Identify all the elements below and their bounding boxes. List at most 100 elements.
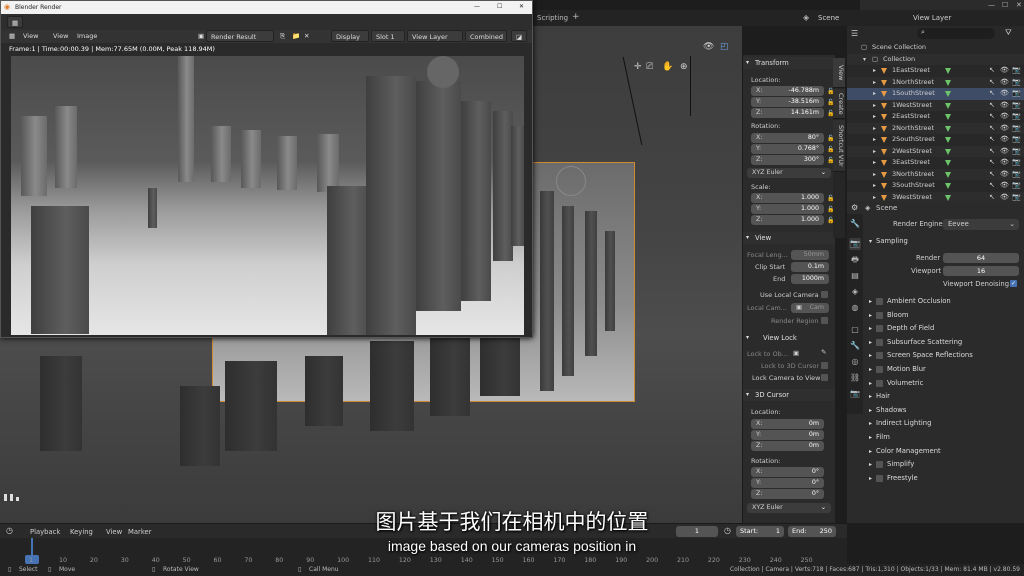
tab-view[interactable]: View xyxy=(833,58,845,88)
select-arrow-icon[interactable]: ↖ xyxy=(989,146,995,158)
select-arrow-icon[interactable]: ↖ xyxy=(989,134,995,146)
properties-section-simplify[interactable]: ▸ Simplify xyxy=(863,458,1024,471)
zoom-icon[interactable]: ⊕ xyxy=(680,62,688,72)
render-samples-field[interactable]: 64 xyxy=(943,253,1019,263)
render-camera-icon[interactable]: 📷 xyxy=(1012,88,1021,100)
section-enable-checkbox[interactable] xyxy=(876,298,883,305)
section-enable-checkbox[interactable] xyxy=(876,338,883,346)
properties-section-subsurface-scattering[interactable]: ▸ Subsurface Scattering xyxy=(863,336,1024,349)
collection-row[interactable]: ▾ ▢ Collection xyxy=(847,53,1024,65)
eye-icon[interactable]: 👁 xyxy=(1000,134,1009,146)
menu-view[interactable]: View xyxy=(19,30,42,42)
properties-section-ambient-occlusion[interactable]: ▸ Ambient Occlusion xyxy=(863,295,1024,308)
world-tab-icon[interactable]: ◍ xyxy=(849,302,861,314)
render-camera-icon[interactable]: 📷 xyxy=(1012,169,1021,181)
close-image-icon[interactable]: ✕ xyxy=(300,30,313,42)
render-camera-icon[interactable]: 📷 xyxy=(1012,123,1021,135)
pass-dropdown[interactable]: Combined xyxy=(465,30,507,42)
scene-collection-row[interactable]: ▢ Scene Collection xyxy=(847,42,1024,54)
object-picker-icon[interactable]: ▣ xyxy=(793,349,799,357)
eye-icon[interactable]: 👁 xyxy=(1000,146,1009,158)
render-region-checkbox[interactable] xyxy=(821,317,828,324)
cursor-rot-z-field[interactable]: Z: 0° xyxy=(751,489,824,499)
close-icon[interactable]: ✕ xyxy=(519,3,524,10)
eyedropper-icon[interactable]: ✎ xyxy=(821,348,826,356)
properties-section-indirect-lighting[interactable]: ▸ Indirect Lighting xyxy=(863,417,1024,430)
gizmo-icon[interactable]: ◰ xyxy=(720,42,729,52)
section-enable-checkbox[interactable] xyxy=(876,311,883,319)
outliner-item[interactable]: ▸ 2EastStreet ↖ 👁 📷 xyxy=(847,111,1024,123)
section-enable-checkbox[interactable] xyxy=(876,379,883,387)
view-layer-dropdown[interactable]: View Layer xyxy=(407,30,463,42)
render-camera-icon[interactable]: 📷 xyxy=(1012,134,1021,146)
section-enable-checkbox[interactable] xyxy=(876,474,883,482)
location-x-field[interactable]: X: -46.788m xyxy=(751,86,824,96)
properties-section-screen-space-reflections[interactable]: ▸ Screen Space Reflections xyxy=(863,349,1024,362)
render-result-field[interactable]: Render Result xyxy=(206,30,274,42)
cursor-rot-y-field[interactable]: Y: 0° xyxy=(751,478,824,488)
rotation-z-field[interactable]: Z: 300° xyxy=(751,155,824,165)
render-camera-icon[interactable]: 📷 xyxy=(1012,65,1021,77)
editor-type-icon[interactable]: ▦ xyxy=(7,16,23,28)
view-layer-tab-icon[interactable]: ▤ xyxy=(849,270,861,282)
display-mode-icon[interactable]: ☰ xyxy=(851,29,858,38)
scale-y-field[interactable]: Y: 1.000 xyxy=(751,204,824,214)
select-arrow-icon[interactable]: ↖ xyxy=(989,111,995,123)
select-arrow-icon[interactable]: ↖ xyxy=(989,123,995,135)
slot-dropdown[interactable]: Slot 1 xyxy=(371,30,405,42)
eye-icon[interactable]: 👁 xyxy=(1000,169,1009,181)
properties-section-hair[interactable]: ▸ Hair xyxy=(863,390,1024,403)
view-lock-header[interactable]: View Lock xyxy=(743,332,835,344)
lock-camera-to-view-checkbox[interactable] xyxy=(821,374,828,381)
select-arrow-icon[interactable]: ↖ xyxy=(989,169,995,181)
section-enable-checkbox[interactable] xyxy=(876,325,883,333)
focal-length-field[interactable]: 50mm xyxy=(791,250,829,260)
menu-view[interactable]: View xyxy=(49,30,72,42)
outliner-item[interactable]: ▸ 2SouthStreet ↖ 👁 📷 xyxy=(847,134,1024,146)
rotation-y-field[interactable]: Y: 0.768° xyxy=(751,144,824,154)
lock-3d-cursor-checkbox[interactable] xyxy=(821,362,828,369)
camera-view-icon[interactable]: ⎚ xyxy=(646,62,653,72)
location-y-field[interactable]: Y: -38.516m xyxy=(751,97,824,107)
render-camera-icon[interactable]: 📷 xyxy=(1012,111,1021,123)
modifier-tab-icon[interactable]: 🔧 xyxy=(849,340,861,352)
tab-shortcut-vur[interactable]: Shortcut VUr xyxy=(833,120,845,172)
render-tab-icon[interactable]: 📷 xyxy=(849,238,861,250)
filter-icon[interactable]: ⛛ xyxy=(1005,28,1012,38)
clip-end-field[interactable]: 1000m xyxy=(791,274,829,284)
select-arrow-icon[interactable]: ↖ xyxy=(989,65,995,77)
local-camera-field[interactable]: ▣ Cam xyxy=(791,303,829,313)
maximize-icon[interactable]: ☐ xyxy=(1002,1,1008,9)
menu-image[interactable]: Image xyxy=(73,30,101,42)
properties-section-motion-blur[interactable]: ▸ Motion Blur xyxy=(863,363,1024,376)
section-enable-checkbox[interactable] xyxy=(876,461,883,469)
render-camera-icon[interactable]: 📷 xyxy=(1012,77,1021,89)
scene-tab-icon[interactable]: ◈ xyxy=(849,286,861,298)
properties-section-color-management[interactable]: ▸ Color Management xyxy=(863,445,1024,458)
select-arrow-icon[interactable]: ↖ xyxy=(989,180,995,192)
channels-icon[interactable]: ◪ xyxy=(511,30,527,42)
eye-icon[interactable]: 👁 xyxy=(1000,157,1009,169)
select-arrow-icon[interactable]: ↖ xyxy=(989,77,995,89)
properties-section-shadows[interactable]: ▸ Shadows xyxy=(863,404,1024,417)
render-engine-dropdown[interactable]: Eevee ⌄ xyxy=(943,219,1019,230)
outliner-item[interactable]: ▸ 1WestStreet ↖ 👁 📷 xyxy=(847,99,1024,112)
view-header[interactable]: View xyxy=(743,232,835,244)
outliner-item[interactable]: ▸ 3SouthStreet ↖ 👁 📷 xyxy=(847,180,1024,192)
view-layer-selector[interactable]: View Layer xyxy=(913,14,951,22)
use-local-camera-checkbox[interactable] xyxy=(821,291,828,298)
properties-editor-icon[interactable]: ⚙ xyxy=(851,203,858,212)
3d-cursor-header[interactable]: 3D Cursor xyxy=(743,389,835,401)
render-camera-icon[interactable]: 📷 xyxy=(1012,146,1021,158)
cursor-x-field[interactable]: X: 0m xyxy=(751,419,824,429)
eye-icon[interactable]: 👁 xyxy=(1000,88,1009,100)
properties-section-volumetric[interactable]: ▸ Volumetric xyxy=(863,377,1024,390)
eye-icon[interactable]: 👁 xyxy=(1000,111,1009,123)
cursor-z-field[interactable]: Z: 0m xyxy=(751,441,824,451)
eye-icon[interactable]: 👁 xyxy=(1000,123,1009,135)
output-tab-icon[interactable]: 🖶 xyxy=(849,254,861,266)
render-camera-icon[interactable]: 📷 xyxy=(1012,100,1021,112)
render-window[interactable]: ◉ Blender Render — ☐ ✕ ▦ ▦ View View Ima… xyxy=(0,0,533,338)
maximize-icon[interactable]: ☐ xyxy=(497,3,502,10)
outliner-item[interactable]: ▸ 1EastStreet ↖ 👁 📷 xyxy=(847,65,1024,77)
